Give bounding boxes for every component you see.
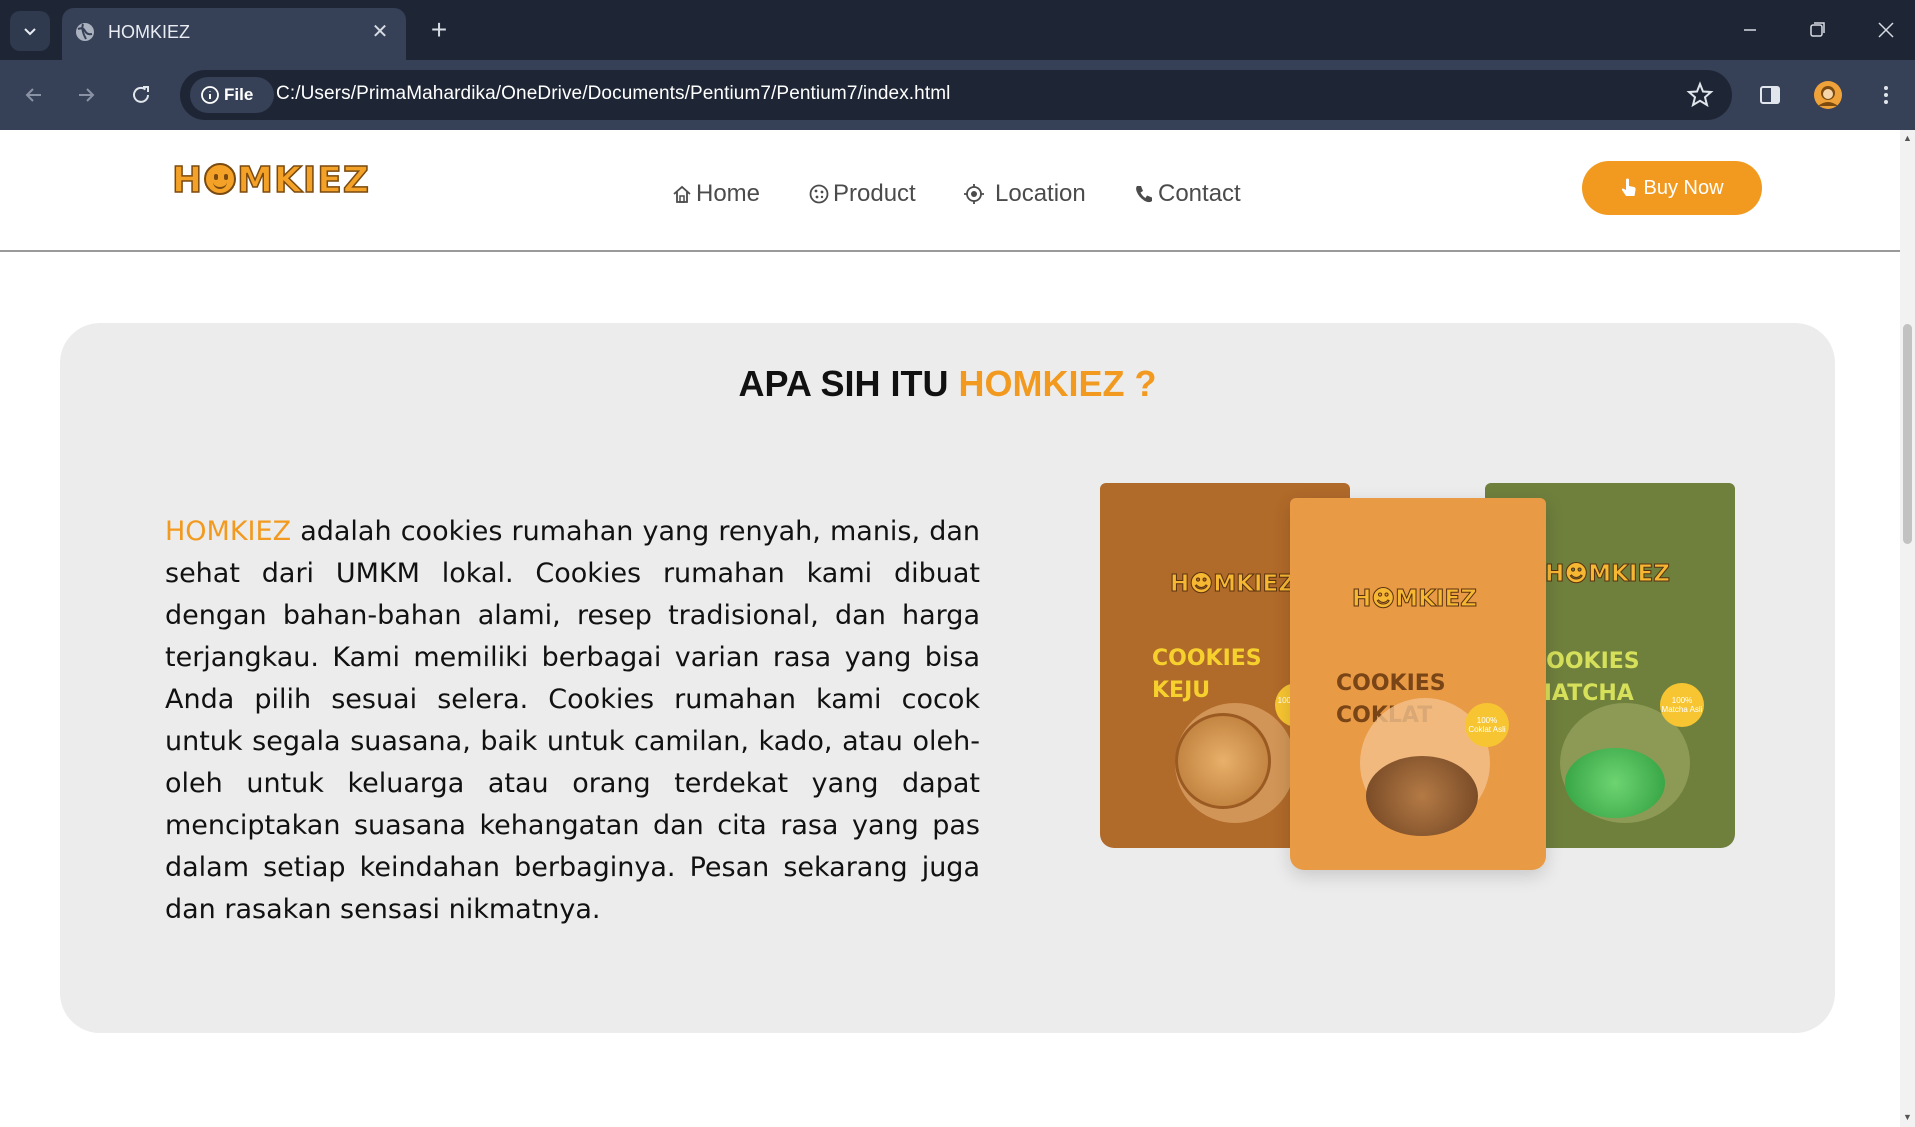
scrollbar-thumb[interactable] bbox=[1903, 324, 1912, 544]
about-section: APA SIH ITU HOMKIEZ ? HOMKIEZ adalah coo… bbox=[60, 323, 1835, 1033]
new-tab-button[interactable]: + bbox=[424, 16, 454, 46]
reload-button[interactable] bbox=[123, 77, 159, 113]
side-panel-button[interactable] bbox=[1752, 77, 1788, 113]
browser-tabstrip: HOMKIEZ ✕ + bbox=[0, 0, 1915, 60]
globe-icon bbox=[76, 23, 94, 41]
nav-link-contact[interactable]: Contact bbox=[1133, 176, 1241, 212]
cheese-cookie bbox=[1175, 713, 1271, 809]
browser-tab[interactable]: HOMKIEZ ✕ bbox=[62, 8, 406, 60]
location-icon bbox=[964, 184, 984, 204]
minimize-icon[interactable] bbox=[1730, 14, 1770, 46]
avatar bbox=[1814, 81, 1842, 109]
reload-icon bbox=[133, 86, 149, 103]
browser-menu-button[interactable] bbox=[1868, 77, 1904, 113]
pointer-hand-icon bbox=[1622, 178, 1637, 196]
chevron-down-icon bbox=[24, 28, 36, 36]
scroll-up-arrow-icon[interactable]: ▲ bbox=[1903, 134, 1912, 143]
back-button[interactable] bbox=[16, 77, 52, 113]
tab-title: HOMKIEZ bbox=[108, 22, 191, 42]
home-icon bbox=[673, 185, 691, 203]
smiley-face-icon bbox=[204, 163, 237, 195]
nav-link-product[interactable]: Product bbox=[808, 176, 916, 212]
product-packs-image: H☻MKIEZ COOKIESKEJU 100% Keju Asli H☻MKI… bbox=[1100, 483, 1800, 903]
pack-logo: H☻MKIEZ bbox=[1545, 561, 1671, 588]
close-tab-icon[interactable]: ✕ bbox=[368, 20, 392, 44]
restore-icon[interactable] bbox=[1797, 14, 1837, 46]
info-icon bbox=[201, 86, 219, 104]
url-text[interactable]: C:/Users/PrimaMahardika/OneDrive/Documen… bbox=[276, 83, 950, 105]
side-panel-icon bbox=[1760, 86, 1780, 104]
chocolate-cookie bbox=[1366, 756, 1478, 836]
about-description: HOMKIEZ adalah cookies rumahan yang reny… bbox=[165, 511, 980, 931]
about-brand-name: HOMKIEZ bbox=[165, 516, 292, 547]
forward-button[interactable] bbox=[68, 77, 104, 113]
profile-button[interactable] bbox=[1810, 77, 1846, 113]
page-scrollbar[interactable]: ▲ ▼ bbox=[1900, 130, 1915, 1127]
about-title-accent: HOMKIEZ ? bbox=[958, 363, 1157, 404]
nav-link-label: Product bbox=[833, 180, 916, 207]
nav-link-label: Contact bbox=[1158, 180, 1241, 207]
page-viewport: H MKIEZ Home Product Location Contact Buy… bbox=[0, 130, 1900, 1127]
scroll-down-arrow-icon[interactable]: ▼ bbox=[1903, 1113, 1912, 1122]
pack-flavor-name: COOKIES MATCHA bbox=[1530, 649, 1640, 706]
logo-text-start: H bbox=[171, 159, 204, 202]
site-chip-label: File bbox=[224, 85, 254, 104]
pack-badge: 100% Matcha Asli bbox=[1660, 683, 1704, 727]
pack-badge: 100% Coklat Asli bbox=[1465, 703, 1509, 747]
close-window-icon[interactable] bbox=[1866, 14, 1906, 46]
tab-search-button[interactable] bbox=[10, 11, 50, 51]
pack-coklat: H☻MKIEZ COOKIESCOKLAT 100% Coklat Asli bbox=[1290, 498, 1546, 870]
nav-link-label: Home bbox=[696, 180, 761, 207]
pack-flavor-name: COOKIES KEJU bbox=[1152, 646, 1262, 703]
more-vertical-icon bbox=[1884, 86, 1888, 104]
pack-logo: H☻MKIEZ bbox=[1352, 586, 1478, 613]
about-title: APA SIH ITU HOMKIEZ ? bbox=[60, 363, 1835, 405]
nav-link-location[interactable]: Location bbox=[963, 176, 1086, 212]
address-bar[interactable]: File C:/Users/PrimaMahardika/OneDrive/Do… bbox=[180, 70, 1732, 120]
pack-logo: H☻MKIEZ bbox=[1170, 571, 1296, 598]
homkiez-logo[interactable]: H MKIEZ bbox=[171, 159, 370, 202]
star-icon[interactable] bbox=[1686, 81, 1714, 109]
buy-now-label: Buy Now bbox=[1643, 176, 1724, 199]
matcha-cookie bbox=[1565, 748, 1665, 818]
nav-link-home[interactable]: Home bbox=[671, 176, 760, 212]
about-title-plain: APA SIH ITU bbox=[738, 363, 959, 404]
site-navbar: H MKIEZ Home Product Location Contact Buy… bbox=[0, 130, 1900, 252]
site-info-chip[interactable]: File bbox=[190, 77, 274, 113]
arrow-right-icon bbox=[79, 88, 95, 102]
browser-toolbar: File C:/Users/PrimaMahardika/OneDrive/Do… bbox=[0, 60, 1915, 130]
arrow-left-icon bbox=[25, 88, 41, 102]
logo-text-end: MKIEZ bbox=[236, 159, 370, 202]
cookie-icon bbox=[809, 184, 829, 204]
phone-icon bbox=[1136, 186, 1152, 203]
buy-now-button[interactable]: Buy Now bbox=[1582, 161, 1762, 215]
about-body-text: adalah cookies rumahan yang renyah, mani… bbox=[165, 516, 980, 925]
nav-link-label: Location bbox=[995, 180, 1086, 207]
